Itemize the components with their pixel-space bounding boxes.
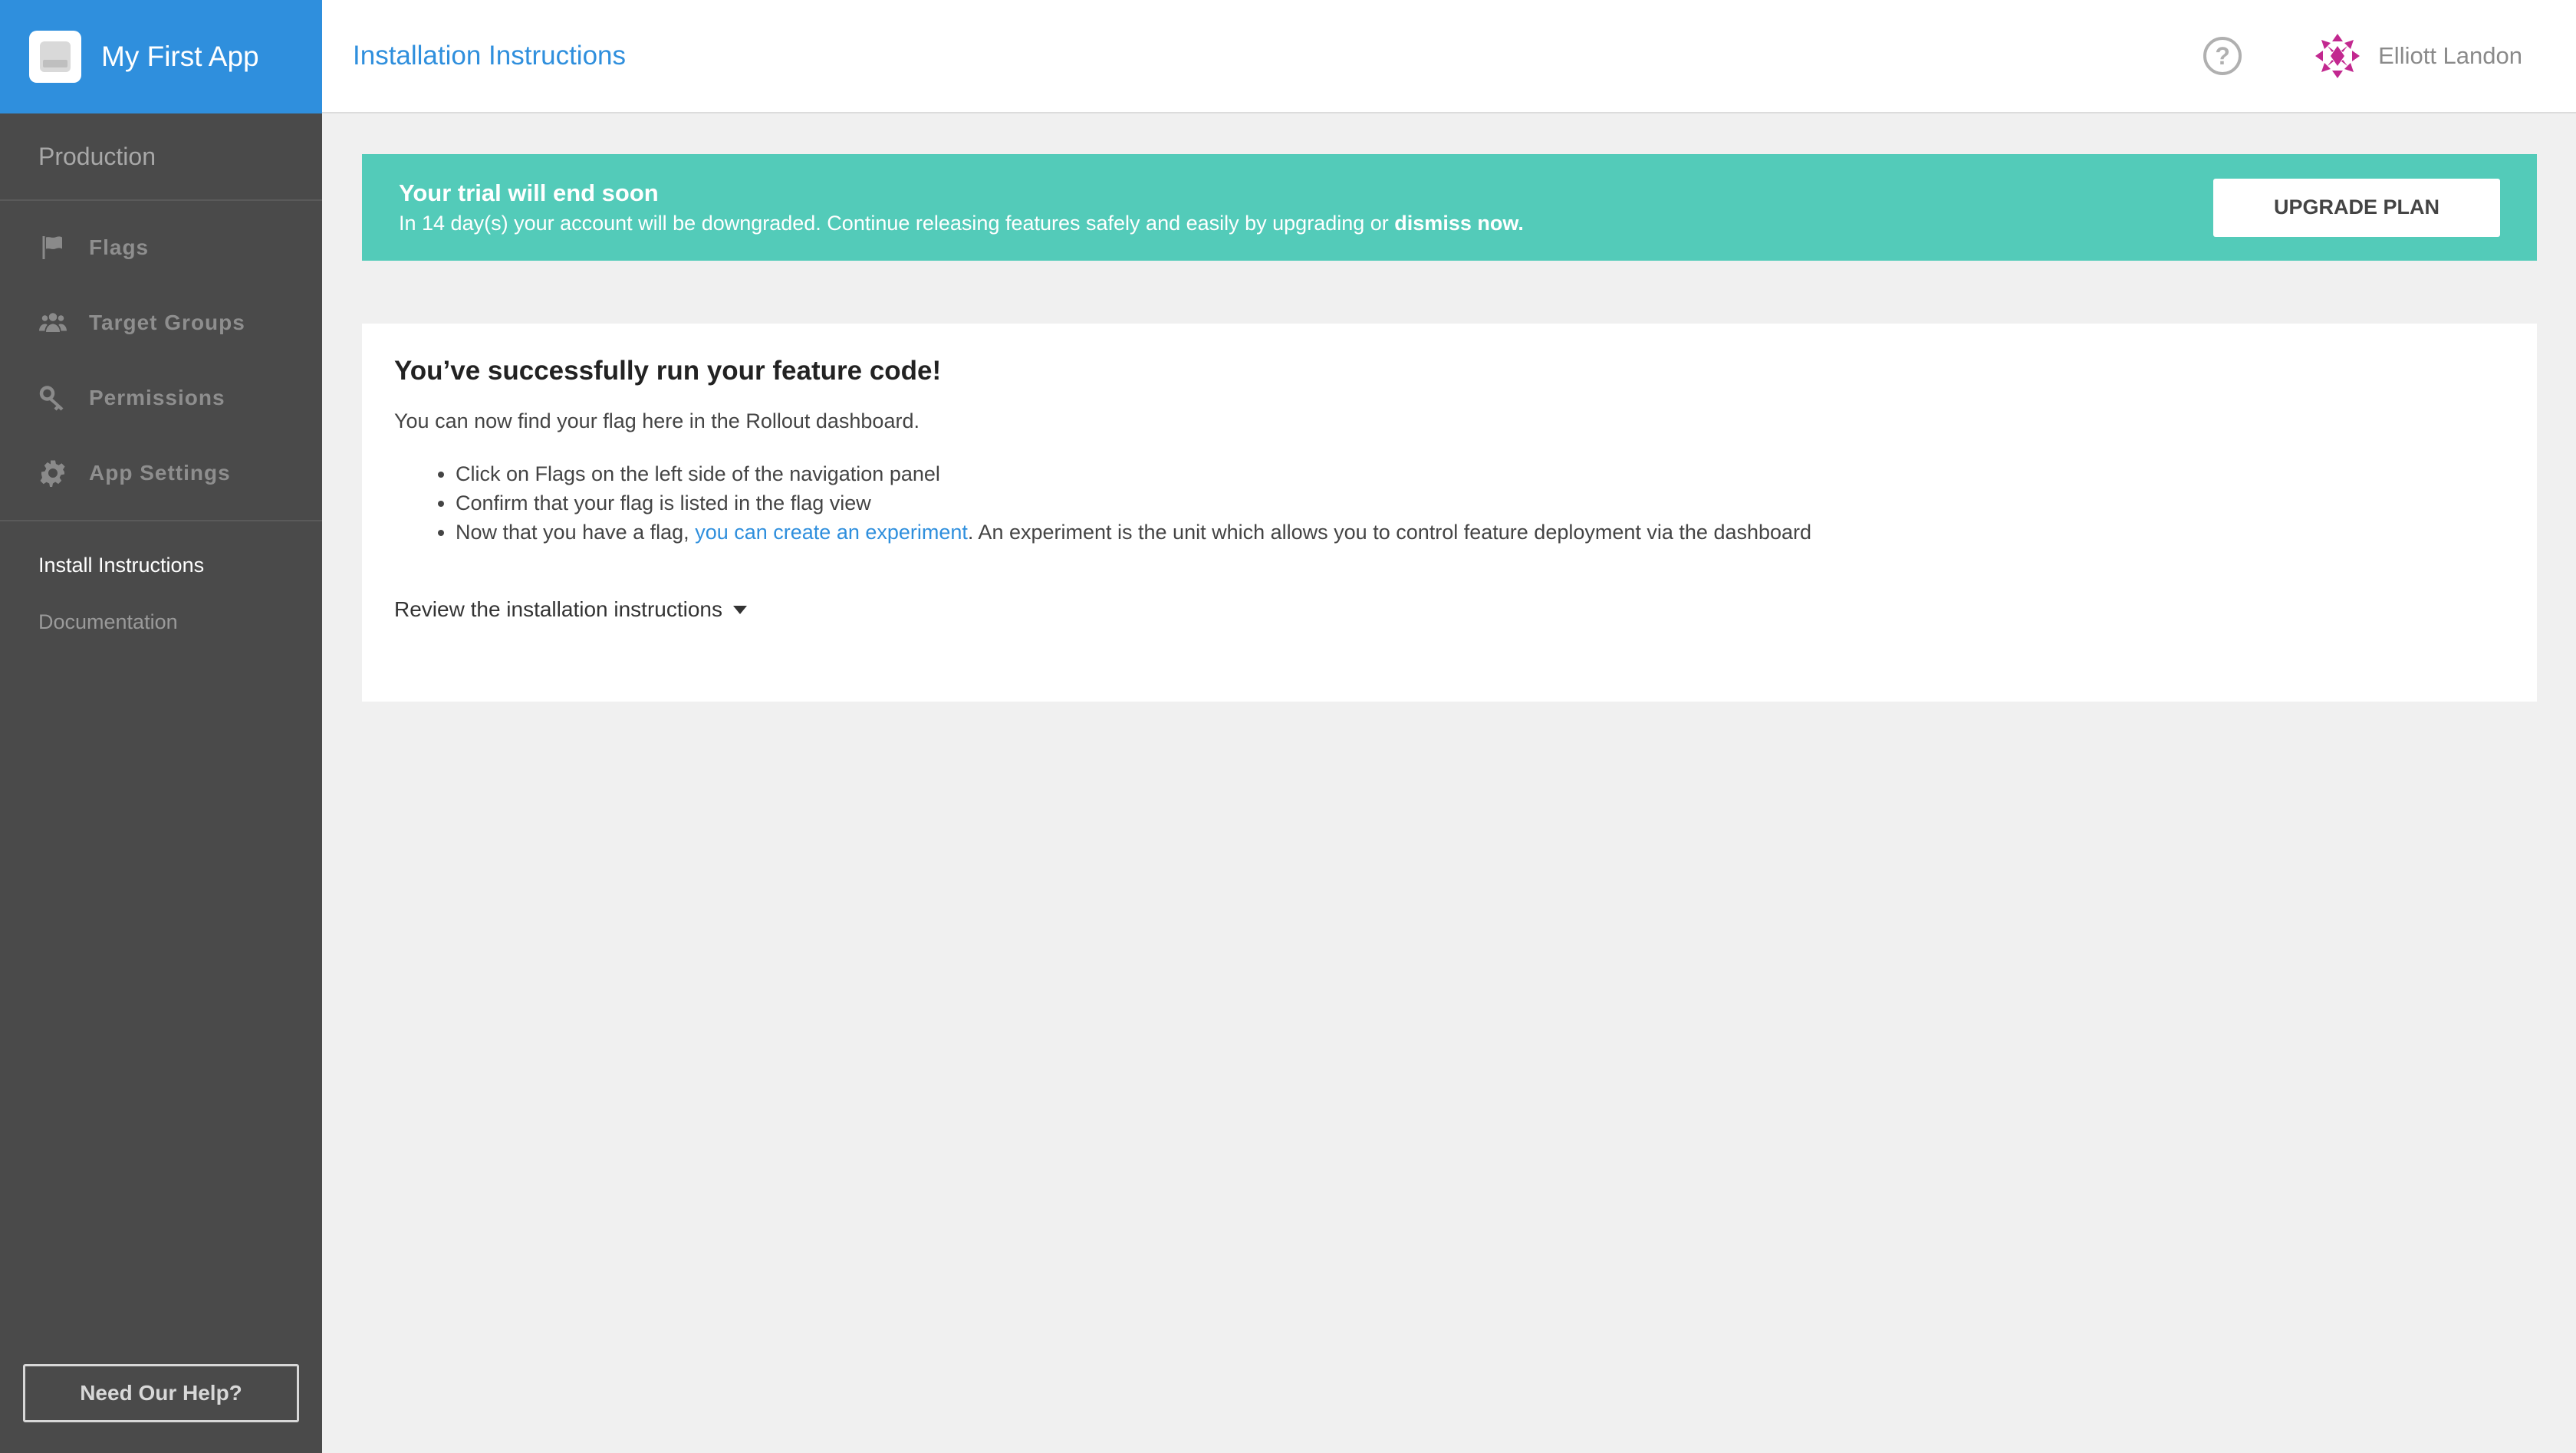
top-right-controls: ? Elliott Landon: [2203, 32, 2522, 80]
sidebar-item-label: Flags: [89, 235, 150, 259]
environment-selector[interactable]: Production: [0, 113, 322, 201]
review-label: Review the installation instructions: [394, 597, 722, 621]
list-item: Click on Flags on the left side of the n…: [456, 459, 2505, 488]
sidebar-item-app-settings[interactable]: App Settings: [0, 436, 322, 511]
need-help-button[interactable]: Need Our Help?: [23, 1364, 299, 1422]
key-icon: [38, 383, 67, 413]
gear-icon: [38, 459, 67, 488]
step-text: Now that you have a flag,: [456, 521, 689, 544]
banner-text: Your trial will end soon In 14 day(s) yo…: [399, 179, 1524, 235]
list-item: Confirm that your flag is listed in the …: [456, 488, 2505, 518]
banner-message: In 14 day(s) your account will be downgr…: [399, 212, 1389, 235]
card-intro: You can now find your flag here in the R…: [394, 409, 920, 432]
caret-down-icon: [732, 605, 747, 614]
app-name: My First App: [101, 41, 259, 72]
create-experiment-link[interactable]: you can create an experiment: [695, 521, 968, 544]
users-icon: [38, 308, 67, 337]
app-header[interactable]: My First App: [0, 0, 322, 113]
sidebar-item-label: Permissions: [89, 386, 225, 409]
top-bar: Installation Instructions ? Elliott Land…: [322, 0, 2576, 113]
banner-title: Your trial will end soon: [399, 179, 659, 206]
sidebar: My First App Production Flags Target Gro…: [0, 0, 322, 1453]
step-text: . An experiment is the unit which allows…: [967, 521, 1812, 544]
sidebar-item-target-groups[interactable]: Target Groups: [0, 285, 322, 360]
sidebar-item-flags[interactable]: Flags: [0, 210, 322, 285]
avatar[interactable]: [2314, 32, 2361, 80]
sidebar-nav: Flags Target Groups Permissions App Sett…: [0, 201, 322, 521]
card-title: You’ve successfully run your feature cod…: [394, 356, 942, 386]
success-card: You’ve successfully run your feature cod…: [362, 324, 2537, 702]
sidebar-item-documentation[interactable]: Documentation: [0, 593, 322, 650]
dismiss-link[interactable]: dismiss now.: [1394, 212, 1524, 235]
upgrade-plan-button[interactable]: UPGRADE PLAN: [2213, 178, 2500, 237]
steps-list: Click on Flags on the left side of the n…: [456, 459, 2505, 547]
app-logo-icon: [29, 31, 81, 83]
list-item: Now that you have a flag, you can create…: [456, 518, 2505, 547]
help-icon[interactable]: ?: [2203, 37, 2242, 75]
sidebar-sub-nav: Install Instructions Documentation: [0, 521, 322, 650]
page-title: Installation Instructions: [353, 41, 627, 71]
sidebar-item-permissions[interactable]: Permissions: [0, 360, 322, 436]
sidebar-item-label: Target Groups: [89, 311, 245, 334]
trial-banner: Your trial will end soon In 14 day(s) yo…: [362, 154, 2537, 261]
sidebar-item-label: App Settings: [89, 461, 231, 485]
review-instructions-toggle[interactable]: Review the installation instructions: [394, 597, 2505, 622]
user-name[interactable]: Elliott Landon: [2378, 42, 2522, 70]
banner-body: In 14 day(s) your account will be downgr…: [399, 212, 1524, 235]
flag-icon: [38, 233, 67, 262]
sidebar-item-install-instructions[interactable]: Install Instructions: [0, 537, 322, 593]
